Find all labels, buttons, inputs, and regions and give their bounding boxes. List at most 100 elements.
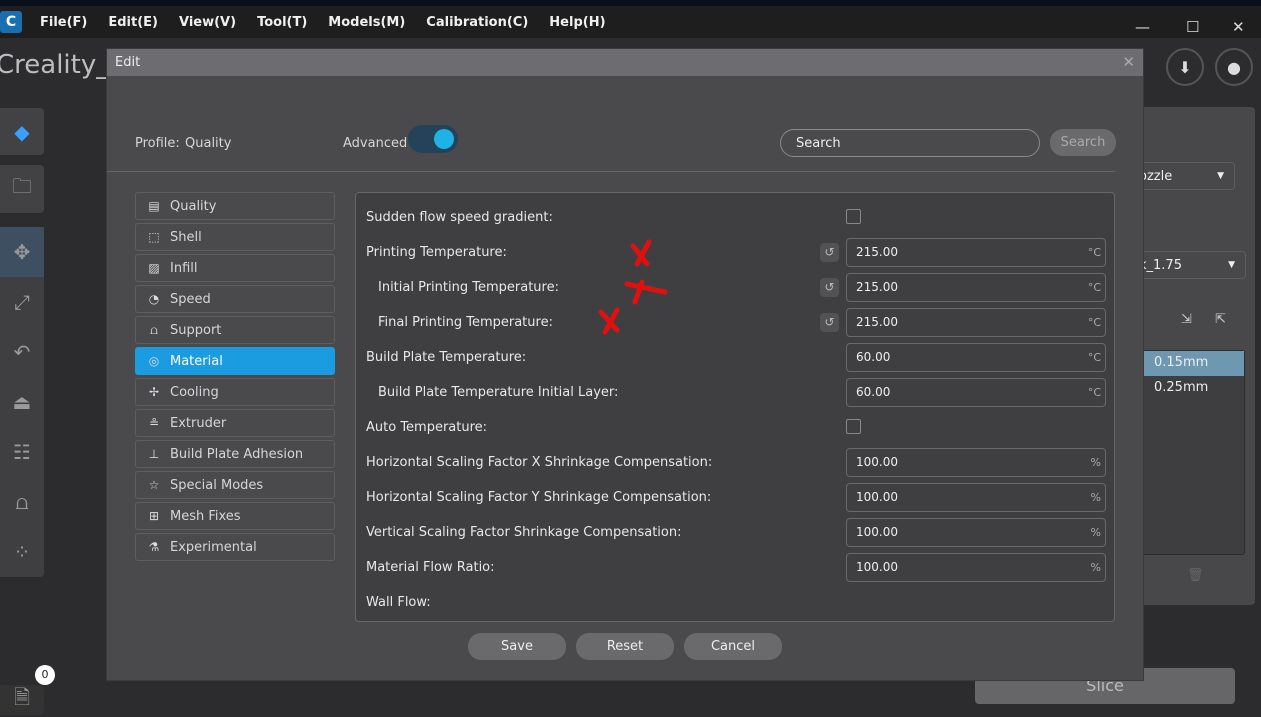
category-special-modes[interactable]: ☆ Special Modes xyxy=(135,471,335,499)
settings-panel[interactable]: Sudden flow speed gradient: Printing Temp… xyxy=(355,192,1115,622)
menu-item[interactable]: Calibration(C) xyxy=(426,15,528,30)
category-label: Support xyxy=(170,322,222,338)
edit-dialog: Edit ✕ Profile: Quality Advanced Search … xyxy=(106,48,1144,681)
menu-item[interactable]: Help(H) xyxy=(549,15,605,30)
menu-item[interactable]: View(V) xyxy=(179,15,236,30)
move-icon: ✥ xyxy=(13,240,31,264)
arrange-tool[interactable]: ⁘ xyxy=(0,527,44,577)
cube-icon: ◆ xyxy=(14,119,30,144)
setting-input[interactable]: 100.00% xyxy=(846,483,1106,512)
search-input[interactable]: Search xyxy=(780,129,1040,157)
reset-value-icon[interactable]: ↺ xyxy=(820,313,839,332)
folder-icon: 🗀 xyxy=(12,174,32,198)
open-file-button[interactable]: 🗀 xyxy=(0,165,44,213)
profile-label: Profile: xyxy=(135,136,180,151)
setting-input[interactable]: 100.00% xyxy=(846,553,1106,582)
list-item[interactable]: 0.15mm xyxy=(1136,351,1244,376)
reset-button[interactable]: Reset xyxy=(576,633,674,660)
list-tool[interactable]: ☷ xyxy=(0,427,44,477)
setting-input[interactable]: 215.00 °C xyxy=(846,238,1106,267)
move-tool[interactable]: ✥ xyxy=(0,227,44,277)
menu-bar: C File(F) Edit(E) View(V) Tool(T) Models(M) C… xyxy=(0,6,1261,38)
category-shell[interactable]: ⬚ Shell xyxy=(135,223,335,251)
lay-flat-tool[interactable]: ⏏ xyxy=(0,377,44,427)
cancel-button[interactable]: Cancel xyxy=(684,633,782,660)
notification-badge: 0 xyxy=(35,665,55,685)
grid-icon: ⁘ xyxy=(13,540,31,564)
setting-row: Material Flow Ratio: 100.00% xyxy=(356,550,1114,585)
reset-value-icon[interactable]: ↺ xyxy=(820,243,839,262)
category-label: Shell xyxy=(170,229,202,245)
log-button[interactable]: 🗎 xyxy=(0,685,44,715)
setting-value: 215.00 xyxy=(856,280,898,294)
setting-label: Initial Printing Temperature: xyxy=(378,280,559,295)
support-tool[interactable]: ⩍ xyxy=(0,477,44,527)
maximize-button[interactable]: ☐ xyxy=(1186,18,1199,36)
setting-checkbox[interactable] xyxy=(846,419,861,434)
support-icon: ⩍ xyxy=(150,322,158,337)
user-button[interactable]: ● xyxy=(1215,48,1253,86)
unit-label: °C xyxy=(1087,316,1101,329)
setting-input[interactable]: 100.00% xyxy=(846,448,1106,477)
setting-input[interactable]: 60.00 °C xyxy=(846,343,1106,372)
setting-value: 60.00 xyxy=(856,350,891,364)
list-item[interactable]: 0.25mm xyxy=(1136,376,1244,401)
category-experimental[interactable]: ⚗ Experimental xyxy=(135,533,335,561)
chevron-down-icon: ▼ xyxy=(1217,171,1224,181)
setting-input[interactable]: 60.00 °C xyxy=(846,378,1106,407)
scale-tool[interactable]: ⤢ xyxy=(0,277,44,327)
setting-input[interactable]: 215.00 °C xyxy=(846,273,1106,302)
star-icon: ☆ xyxy=(148,478,160,492)
layer-height-list: 0.15mm 0.25mm xyxy=(1135,350,1245,555)
save-button[interactable]: Save xyxy=(468,633,566,660)
setting-label: Vertical Scaling Factor Shrinkage Compen… xyxy=(366,525,682,540)
category-support[interactable]: ⩍ Support xyxy=(135,316,335,344)
profile-value: Quality xyxy=(185,136,232,151)
category-label: Special Modes xyxy=(170,477,264,493)
menu-item[interactable]: Edit(E) xyxy=(108,15,158,30)
add-model-button[interactable]: ◆ xyxy=(0,108,44,155)
export-icon[interactable]: ⇱ xyxy=(1215,312,1226,327)
chevron-down-icon: ▼ xyxy=(1228,260,1235,270)
setting-value: 100.00 xyxy=(856,455,898,469)
setting-row: Build Plate Temperature: 60.00 °C xyxy=(356,340,1114,375)
download-button[interactable]: ⬇ xyxy=(1166,48,1204,86)
download-icon: ⬇ xyxy=(1178,57,1192,77)
import-icon[interactable]: ⇲ xyxy=(1181,312,1192,327)
setting-value: 215.00 xyxy=(856,245,898,259)
category-cooling[interactable]: ✢ Cooling xyxy=(135,378,335,406)
category-material[interactable]: ◎ Material xyxy=(135,347,335,375)
infill-icon: ▨ xyxy=(148,261,160,275)
user-icon: ● xyxy=(1227,57,1241,77)
category-quality[interactable]: ▤ Quality xyxy=(135,192,335,220)
setting-input[interactable]: 100.00% xyxy=(846,518,1106,547)
menu-item[interactable]: Models(M) xyxy=(328,15,405,30)
search-button[interactable]: Search xyxy=(1050,129,1116,156)
category-speed[interactable]: ◔ Speed xyxy=(135,285,335,313)
setting-label: Build Plate Temperature: xyxy=(366,350,527,365)
trash-icon[interactable]: 🗑 xyxy=(1187,568,1204,583)
category-build-plate-adhesion[interactable]: ⊥ Build Plate Adhesion xyxy=(135,440,335,468)
setting-row: Horizontal Scaling Factor Y Shrinkage Co… xyxy=(356,480,1114,515)
minimize-button[interactable]: — xyxy=(1135,18,1150,36)
unit-label: °C xyxy=(1087,246,1101,259)
menu-item[interactable]: File(F) xyxy=(40,15,87,30)
advanced-toggle[interactable] xyxy=(408,125,458,153)
setting-row: Build Plate Temperature Initial Layer: 60… xyxy=(356,375,1114,410)
setting-label: Material Flow Ratio: xyxy=(366,560,495,575)
category-label: Speed xyxy=(170,291,211,307)
reset-value-icon[interactable]: ↺ xyxy=(820,278,839,297)
category-infill[interactable]: ▨ Infill xyxy=(135,254,335,282)
close-dialog-icon[interactable]: ✕ xyxy=(1122,53,1135,71)
category-extruder[interactable]: ≗ Extruder xyxy=(135,409,335,437)
menu-item[interactable]: Tool(T) xyxy=(257,15,307,30)
setting-checkbox[interactable] xyxy=(846,209,861,224)
setting-input[interactable]: 215.00 °C xyxy=(846,308,1106,337)
support-icon: ⩍ xyxy=(15,490,29,514)
rotate-tool[interactable]: ↶ xyxy=(0,327,44,377)
flask-icon: ⚗ xyxy=(148,540,160,554)
close-window-button[interactable]: ✕ xyxy=(1232,18,1245,36)
shell-icon: ⬚ xyxy=(148,230,160,244)
category-mesh-fixes[interactable]: ⊞ Mesh Fixes xyxy=(135,502,335,530)
setting-row: Printing Temperature: 215.00 °C ↺ xyxy=(356,235,1114,270)
